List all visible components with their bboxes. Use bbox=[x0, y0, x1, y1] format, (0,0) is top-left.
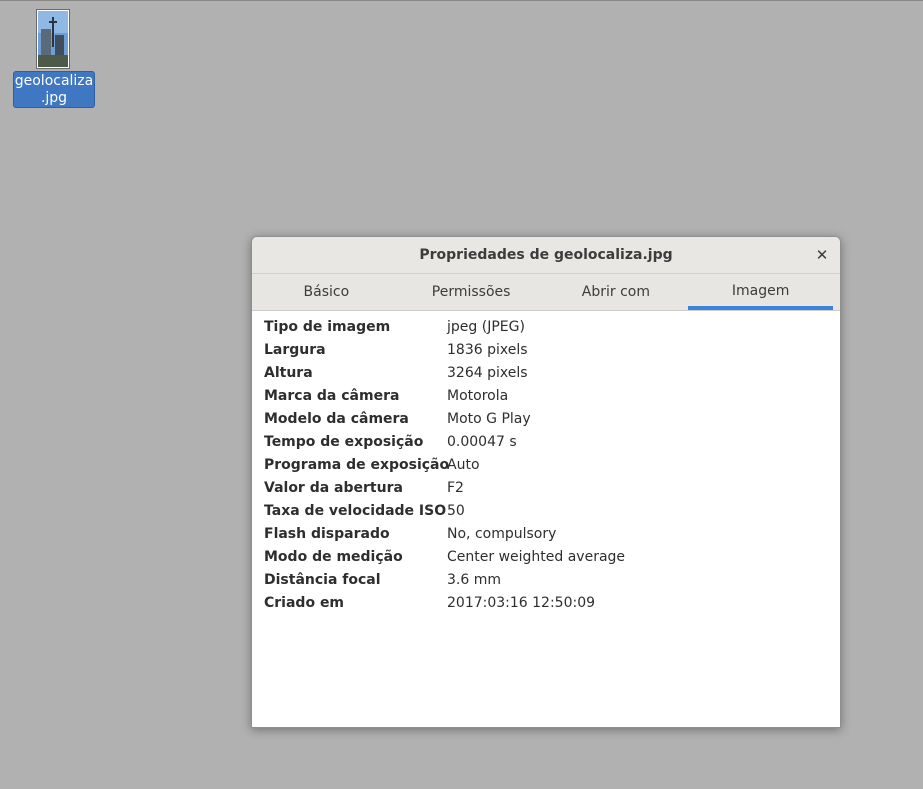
property-value: Moto G Play bbox=[447, 411, 531, 427]
property-value: jpeg (JPEG) bbox=[447, 319, 525, 335]
property-row: Tipo de imagem jpeg (JPEG) bbox=[264, 317, 828, 340]
property-value: 0.00047 s bbox=[447, 434, 517, 450]
desktop: geolocaliza .jpg Propriedades de geoloca… bbox=[0, 0, 923, 789]
property-row: Largura 1836 pixels bbox=[264, 340, 828, 363]
property-key: Modo de medição bbox=[264, 549, 403, 565]
property-value: Center weighted average bbox=[447, 549, 626, 565]
file-name-label[interactable]: geolocaliza .jpg bbox=[13, 71, 95, 108]
property-value: Motorola bbox=[447, 388, 509, 404]
properties-dialog: Propriedades de geolocaliza.jpg ✕ Básico… bbox=[251, 236, 841, 728]
property-value: 50 bbox=[447, 503, 465, 519]
property-row: Distância focal 3.6 mm bbox=[264, 570, 828, 593]
dialog-title: Propriedades de geolocaliza.jpg bbox=[419, 247, 673, 263]
property-value: F2 bbox=[447, 480, 464, 496]
property-key: Valor da abertura bbox=[264, 480, 403, 496]
property-row: Programa de exposição Auto bbox=[264, 455, 828, 478]
dialog-titlebar[interactable]: Propriedades de geolocaliza.jpg ✕ bbox=[252, 237, 840, 274]
property-row: Flash disparado No, compulsory bbox=[264, 524, 828, 547]
property-key: Marca da câmera bbox=[264, 388, 400, 404]
property-value: 3264 pixels bbox=[447, 365, 528, 381]
property-value: 3.6 mm bbox=[447, 572, 501, 588]
property-key: Tempo de exposição bbox=[264, 434, 424, 450]
image-properties-list: Tipo de imagem jpeg (JPEG) Largura 1836 pix… bbox=[252, 311, 840, 622]
property-row: Marca da câmera Motorola bbox=[264, 386, 828, 409]
property-value: No, compulsory bbox=[447, 526, 557, 542]
tab-básico[interactable]: Básico bbox=[254, 274, 399, 310]
desktop-file-icon[interactable]: geolocaliza .jpg bbox=[12, 7, 96, 109]
tab-abrir-com[interactable]: Abrir com bbox=[544, 274, 689, 310]
property-value: Auto bbox=[447, 457, 480, 473]
image-thumbnail-icon bbox=[36, 9, 70, 69]
property-value: 1836 pixels bbox=[447, 342, 528, 358]
file-name-line2: .jpg bbox=[40, 90, 68, 106]
file-name-line1: geolocaliza bbox=[14, 73, 94, 89]
tab-bar: Básico Permissões Abrir com Imagem bbox=[252, 274, 840, 311]
property-key: Criado em bbox=[264, 595, 345, 611]
property-key: Taxa de velocidade ISO bbox=[264, 503, 447, 519]
property-row: Criado em 2017:03:16 12:50:09 bbox=[264, 593, 828, 616]
property-value: 2017:03:16 12:50:09 bbox=[447, 595, 596, 611]
close-icon[interactable]: ✕ bbox=[810, 243, 834, 267]
property-row: Taxa de velocidade ISO 50 bbox=[264, 501, 828, 524]
property-key: Modelo da câmera bbox=[264, 411, 409, 427]
property-row: Modo de medição Center weighted average bbox=[264, 547, 828, 570]
property-key: Programa de exposição bbox=[264, 457, 450, 473]
property-row: Valor da abertura F2 bbox=[264, 478, 828, 501]
property-row: Modelo da câmera Moto G Play bbox=[264, 409, 828, 432]
property-key: Flash disparado bbox=[264, 526, 390, 542]
property-row: Tempo de exposição 0.00047 s bbox=[264, 432, 828, 455]
tab-imagem[interactable]: Imagem bbox=[688, 274, 833, 310]
property-key: Largura bbox=[264, 342, 326, 358]
property-key: Altura bbox=[264, 365, 313, 381]
tab-permissões[interactable]: Permissões bbox=[399, 274, 544, 310]
property-row: Altura 3264 pixels bbox=[264, 363, 828, 386]
property-key: Tipo de imagem bbox=[264, 319, 391, 335]
property-key: Distância focal bbox=[264, 572, 381, 588]
